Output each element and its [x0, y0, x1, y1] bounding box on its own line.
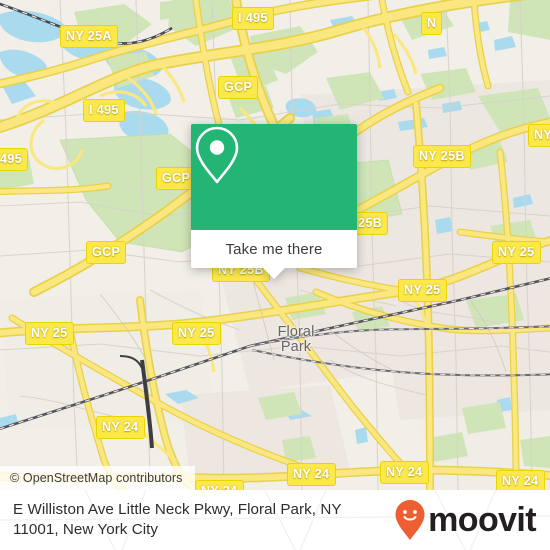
moovit-wordmark: moovit	[428, 501, 536, 539]
road-shield: 25B	[352, 212, 389, 235]
address-line-1: E Williston Ave Little Neck Pkwy, Floral…	[13, 500, 342, 518]
popup-tail	[263, 268, 285, 279]
osm-attribution[interactable]: © OpenStreetMap contributors	[0, 466, 195, 490]
destination-popup[interactable]: Take me there	[191, 124, 357, 279]
road-shield: I 495	[83, 99, 125, 122]
road-shield: NY 24	[496, 470, 545, 490]
moovit-map-card: NY 25A I 495 N GCP I 495 495 NY GCP NY 25B 25B GCP…	[0, 0, 550, 550]
attribution-text: © OpenStreetMap contributors	[10, 471, 183, 485]
map-canvas[interactable]: NY 25A I 495 N GCP I 495 495 NY GCP NY 25B 25B GCP…	[0, 0, 550, 490]
road-shield: NY	[528, 124, 550, 147]
location-pin-icon	[195, 126, 239, 184]
road-shield: NY 24	[287, 463, 336, 486]
road-shield: N	[421, 12, 443, 35]
road-shield: NY 25	[172, 322, 221, 345]
road-shield: NY 25	[492, 241, 541, 264]
road-shield: NY 24	[195, 480, 244, 490]
moovit-brand[interactable]: moovit	[394, 499, 537, 541]
footer-bar: E Williston Ave Little Neck Pkwy, Floral…	[0, 490, 550, 550]
take-me-there-label: Take me there	[225, 240, 323, 258]
road-shield: NY 25	[25, 322, 74, 345]
road-shield: NY 25B	[413, 145, 471, 168]
moovit-smiley-pin-icon	[395, 500, 425, 540]
road-shield: NY 25A	[60, 25, 118, 48]
popup-pin-area	[191, 124, 357, 230]
road-shield: I 495	[232, 7, 274, 30]
address-line-2: 11001, New York City	[13, 521, 159, 538]
road-shield: GCP	[86, 241, 127, 264]
road-shield: 495	[0, 148, 29, 171]
road-shield: GCP	[218, 76, 259, 99]
road-shield: NY 25	[398, 279, 447, 302]
road-shield: NY 24	[96, 416, 145, 439]
address-block: E Williston Ave Little Neck Pkwy, Floral…	[13, 500, 342, 541]
road-shield: NY 24	[380, 461, 429, 484]
popup-action-area[interactable]: Take me there	[191, 230, 357, 279]
